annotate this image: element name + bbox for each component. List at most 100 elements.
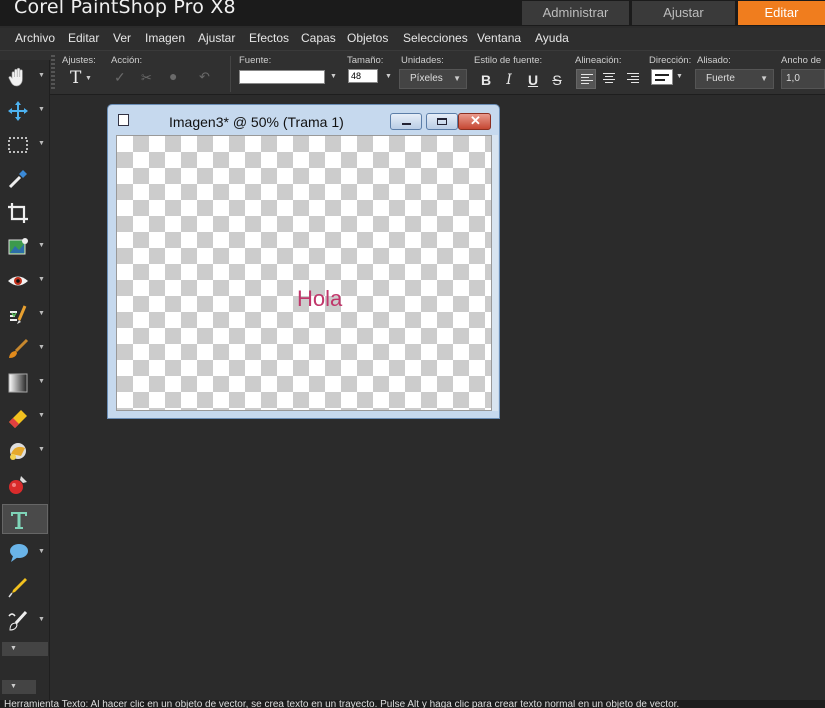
app-title: Corel PaintShop Pro X8 xyxy=(14,0,236,18)
bold-button[interactable]: B xyxy=(477,71,495,89)
alignment-label: Alineación: xyxy=(575,55,622,66)
chevron-down-icon: ▼ xyxy=(38,72,45,79)
tool-flood-fill[interactable]: ▼ xyxy=(2,436,48,466)
menu-image[interactable]: Imagen xyxy=(145,31,185,45)
tool-paint-brush[interactable]: ▼ xyxy=(2,334,48,364)
chevron-down-icon: ▼ xyxy=(38,106,45,113)
antialias-label: Alisado: xyxy=(697,55,731,66)
toolbar-scroll-down-button[interactable]: ▼ xyxy=(2,642,48,656)
tool-pen[interactable] xyxy=(2,572,48,602)
canvas-vertical-scrollbar[interactable] xyxy=(492,135,498,411)
image-window[interactable]: Imagen3* @ 50% (Trama 1) ✕ Hola xyxy=(107,104,500,419)
chevron-down-icon: ▼ xyxy=(38,310,45,317)
minimize-button[interactable] xyxy=(390,113,422,130)
chevron-down-icon: ▼ xyxy=(38,344,45,351)
tool-pan[interactable]: ▼ xyxy=(2,62,48,92)
tool-text[interactable] xyxy=(2,504,48,534)
units-label: Unidades: xyxy=(401,55,444,66)
font-input[interactable] xyxy=(239,70,325,84)
align-center-button[interactable] xyxy=(599,69,619,89)
menu-window[interactable]: Ventana xyxy=(477,31,521,45)
units-value: Píxeles xyxy=(410,73,443,84)
canvas-text-object[interactable]: Hola xyxy=(297,286,342,312)
align-left-button[interactable] xyxy=(576,69,596,89)
menu-edit[interactable]: Editar xyxy=(68,31,99,45)
size-input[interactable]: 48 xyxy=(348,69,378,83)
paint-brush-tool-icon xyxy=(9,338,29,358)
chevron-down-icon: ▼ xyxy=(38,378,45,385)
paintshop-app: Corel PaintShop Pro X8 Administrar Ajust… xyxy=(0,0,825,708)
tool-red-eye[interactable]: ▼ xyxy=(2,266,48,296)
tool-clone[interactable]: ▼ xyxy=(2,300,48,330)
restore-button[interactable] xyxy=(426,113,458,130)
menu-adjust[interactable]: Ajustar xyxy=(198,31,235,45)
apply-check-icon[interactable]: ✓ xyxy=(114,69,126,86)
direction-label: Dirección: xyxy=(649,55,692,66)
eye-icon[interactable]: ● xyxy=(169,68,177,84)
tool-color-changer[interactable] xyxy=(2,470,48,500)
tool-eraser[interactable]: ▼ xyxy=(2,402,48,432)
menu-effects[interactable]: Efectos xyxy=(249,31,289,45)
chevron-down-icon: ▼ xyxy=(38,140,45,147)
antialias-dropdown[interactable]: Fuerte ▼ xyxy=(695,69,774,89)
menu-file[interactable]: Archivo xyxy=(15,31,55,45)
tool-gradient[interactable]: ▼ xyxy=(2,368,48,398)
action-label: Acción: xyxy=(111,55,143,66)
menu-objects[interactable]: Objetos xyxy=(347,31,388,45)
stroke-width-label: Ancho de xyxy=(781,55,822,66)
tool-dropper[interactable] xyxy=(2,164,48,194)
strikethrough-button[interactable]: S xyxy=(548,71,566,89)
tool-move[interactable]: ▼ xyxy=(2,96,48,126)
units-dropdown[interactable]: Píxeles ▼ xyxy=(399,69,467,89)
tab-adjust[interactable]: Ajustar xyxy=(632,1,735,25)
image-window-caption: Imagen3* @ 50% (Trama 1) xyxy=(169,114,344,130)
toolbar-overflow-button[interactable]: ▼ xyxy=(2,680,36,694)
stroke-width-field[interactable]: 1,0 xyxy=(781,69,825,89)
menu-layers[interactable]: Capas xyxy=(301,31,336,45)
straighten-tool-icon xyxy=(8,238,28,255)
close-icon: ✕ xyxy=(470,113,481,128)
menu-selections[interactable]: Selecciones xyxy=(403,31,468,45)
text-preset-icon: T xyxy=(70,68,82,88)
align-right-button[interactable] xyxy=(623,69,643,89)
title-bar: Corel PaintShop Pro X8 Administrar Ajust… xyxy=(0,0,825,26)
font-label: Fuente: xyxy=(239,55,272,66)
image-window-titlebar[interactable]: Imagen3* @ 50% (Trama 1) ✕ xyxy=(108,105,499,133)
tab-manage[interactable]: Administrar xyxy=(522,1,629,25)
italic-button[interactable]: I xyxy=(500,71,518,89)
menu-help[interactable]: Ayuda xyxy=(535,31,569,45)
gradient-tool-icon xyxy=(8,373,28,393)
size-label: Tamaño: xyxy=(347,55,384,66)
restore-icon xyxy=(437,118,447,125)
tool-preset-shape[interactable]: ▼ xyxy=(2,538,48,568)
divider xyxy=(230,56,231,92)
preset-shape-tool-icon xyxy=(10,544,28,562)
toolbar-grip[interactable] xyxy=(51,55,55,91)
text-direction-icon[interactable] xyxy=(651,69,673,85)
tool-straighten[interactable]: ▼ xyxy=(2,232,48,262)
cut-icon[interactable]: ✂ xyxy=(141,70,152,86)
tab-edit[interactable]: Editar xyxy=(738,1,825,25)
tool-selection[interactable]: ▼ xyxy=(2,130,48,160)
size-chevron-down-icon[interactable]: ▼ xyxy=(385,73,392,80)
chevron-down-icon: ▼ xyxy=(38,412,45,419)
antialias-value: Fuerte xyxy=(706,73,735,84)
status-text: Herramienta Texto: Al hacer clic en un o… xyxy=(4,700,680,708)
selection-tool-icon xyxy=(8,137,28,153)
font-chevron-down-icon[interactable]: ▼ xyxy=(330,73,337,80)
menu-bar: Archivo Editar Ver Imagen Ajustar Efecto… xyxy=(0,28,825,50)
direction-chevron-down-icon[interactable]: ▼ xyxy=(676,73,683,80)
close-button[interactable]: ✕ xyxy=(458,113,491,130)
dropper-tool-icon xyxy=(8,170,27,189)
undo-icon[interactable]: ↶ xyxy=(199,69,210,85)
red-eye-tool-icon xyxy=(8,276,28,286)
chevron-down-icon: ▼ xyxy=(38,548,45,555)
menu-view[interactable]: Ver xyxy=(113,31,131,45)
chevron-down-icon: ▼ xyxy=(453,74,461,83)
underline-button[interactable]: U xyxy=(524,71,542,89)
move-tool-icon xyxy=(8,101,28,121)
image-canvas[interactable]: Hola xyxy=(116,135,492,411)
presets-dropdown[interactable]: T ▼ xyxy=(70,68,94,88)
tool-crop[interactable] xyxy=(2,198,48,228)
tool-warp-brush[interactable]: ▼ xyxy=(2,606,48,636)
